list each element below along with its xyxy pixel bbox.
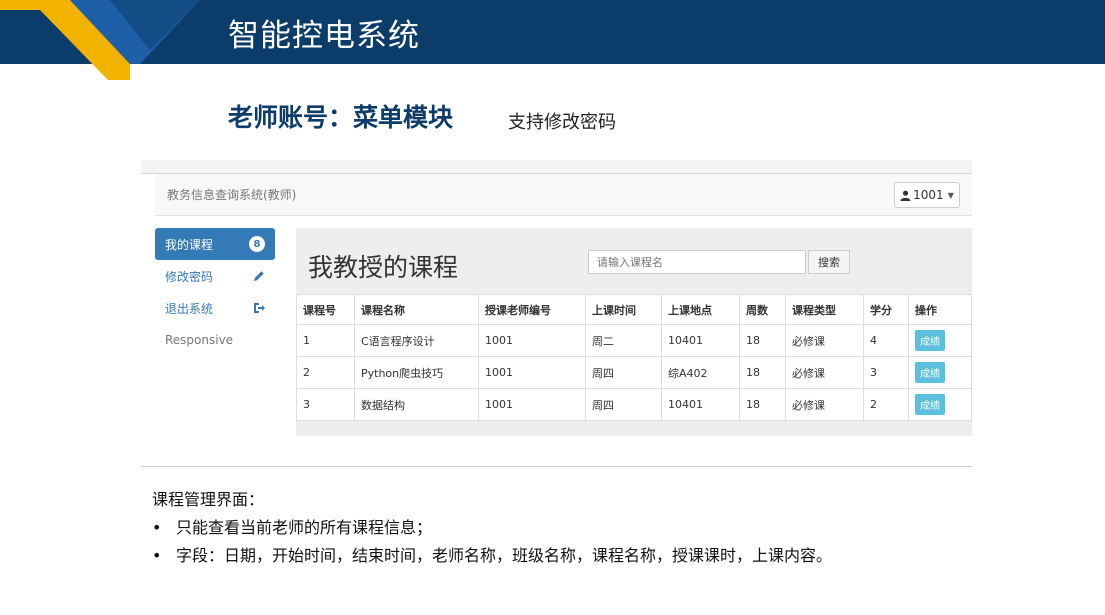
page-title: 我教授的课程	[308, 253, 459, 282]
list-item: • 字段：日期，开始时间，结束时间，老师名称，班级名称，课程名称，授课课时，上课…	[152, 542, 832, 570]
sidebar-item-logout[interactable]: 退出系统	[155, 292, 275, 324]
col-header: 课程名称	[354, 294, 479, 325]
sidebar-item-change-password[interactable]: 修改密码	[155, 260, 275, 292]
notes: 课程管理界面： • 只能查看当前老师的所有课程信息； • 字段：日期，开始时间，…	[152, 486, 832, 570]
table-row: 1 C语言程序设计 1001 周二 10401 18 必修课 4 成绩	[296, 324, 972, 357]
cell: 4	[863, 324, 909, 357]
logout-icon	[254, 303, 265, 313]
cell: C语言程序设计	[354, 324, 479, 357]
cell: 1001	[478, 324, 586, 357]
cell: 必修课	[785, 324, 864, 357]
table-header-row: 课程号 课程名称 授课老师编号 上课时间 上课地点 周数 课程类型 学分 操作	[296, 294, 972, 325]
cell: 2	[296, 356, 355, 389]
slide-subtitle-note: 支持修改密码	[508, 112, 616, 133]
cell: 必修课	[785, 356, 864, 389]
app-navbar: 教务信息查询系统(教师) 1001 ▼	[155, 174, 972, 216]
browser-strip	[141, 160, 972, 174]
col-header: 上课地点	[661, 294, 740, 325]
cell: 1001	[478, 388, 586, 421]
course-search-input[interactable]	[588, 250, 806, 274]
main-content: 我教授的课程 搜索 课程号 课程名称 授课老师编号 上课时间 上课地点 周数 课…	[296, 228, 972, 436]
cell: 1001	[478, 356, 586, 389]
action-cell: 成绩	[908, 356, 972, 389]
action-cell: 成绩	[908, 388, 972, 421]
search-button[interactable]: 搜索	[808, 250, 850, 274]
col-header: 课程号	[296, 294, 355, 325]
sidebar-item-responsive[interactable]: Responsive	[155, 324, 275, 356]
sidebar-item-label: 我的课程	[165, 237, 214, 252]
user-icon	[900, 190, 911, 201]
sidebar-item-label: 修改密码	[165, 269, 214, 284]
caret-down-icon: ▼	[947, 190, 954, 200]
app-brand[interactable]: 教务信息查询系统(教师)	[167, 186, 296, 203]
cell: 周四	[585, 356, 662, 389]
app-screenshot: 教务信息查询系统(教师) 1001 ▼ 我的课程 8 修改密码 退出系统 Res…	[141, 160, 972, 470]
corner-decoration	[0, 0, 200, 80]
cell: 18	[739, 388, 786, 421]
sidebar-item-my-courses[interactable]: 我的课程 8	[155, 228, 275, 260]
cell: 10401	[661, 388, 740, 421]
cell: 3	[296, 388, 355, 421]
col-header: 学分	[863, 294, 909, 325]
list-item: • 只能查看当前老师的所有课程信息；	[152, 514, 832, 542]
col-header: 操作	[908, 294, 972, 325]
grade-button[interactable]: 成绩	[915, 394, 945, 415]
sidebar-item-label: Responsive	[165, 333, 234, 347]
cell: 必修课	[785, 388, 864, 421]
col-header: 课程类型	[785, 294, 864, 325]
pencil-icon	[254, 271, 264, 281]
divider	[141, 466, 972, 467]
slide-subtitle: 老师账号：菜单模块	[228, 103, 454, 132]
cell: 10401	[661, 324, 740, 357]
slide-title: 智能控电系统	[228, 18, 420, 54]
notes-title: 课程管理界面：	[152, 490, 265, 509]
user-menu-button[interactable]: 1001 ▼	[894, 182, 960, 208]
table-row: 3 数据结构 1001 周四 10401 18 必修课 2 成绩	[296, 388, 972, 421]
cell: 周四	[585, 388, 662, 421]
grade-button[interactable]: 成绩	[915, 362, 945, 383]
col-header: 授课老师编号	[478, 294, 586, 325]
cell: 18	[739, 324, 786, 357]
cell: 1	[296, 324, 355, 357]
bullet-icon: •	[152, 546, 162, 565]
cell: 2	[863, 388, 909, 421]
bullet-icon: •	[152, 518, 162, 537]
cell: 3	[863, 356, 909, 389]
list-item-text: 只能查看当前老师的所有课程信息；	[176, 518, 433, 537]
cell: 综A402	[661, 356, 740, 389]
action-cell: 成绩	[908, 324, 972, 357]
cell: 18	[739, 356, 786, 389]
cell: Python爬虫技巧	[354, 356, 479, 389]
list-item-text: 字段：日期，开始时间，结束时间，老师名称，班级名称，课程名称，授课课时，上课内容…	[176, 546, 833, 565]
cell: 数据结构	[354, 388, 479, 421]
user-name: 1001	[913, 188, 944, 202]
cell: 周二	[585, 324, 662, 357]
col-header: 周数	[739, 294, 786, 325]
courses-table: 课程号 课程名称 授课老师编号 上课时间 上课地点 周数 课程类型 学分 操作 …	[296, 294, 972, 421]
col-header: 上课时间	[585, 294, 662, 325]
sidebar-item-label: 退出系统	[165, 301, 214, 316]
sidebar: 我的课程 8 修改密码 退出系统 Responsive	[155, 228, 275, 356]
table-row: 2 Python爬虫技巧 1001 周四 综A402 18 必修课 3 成绩	[296, 356, 972, 389]
course-count-badge: 8	[249, 236, 265, 252]
grade-button[interactable]: 成绩	[915, 330, 945, 351]
